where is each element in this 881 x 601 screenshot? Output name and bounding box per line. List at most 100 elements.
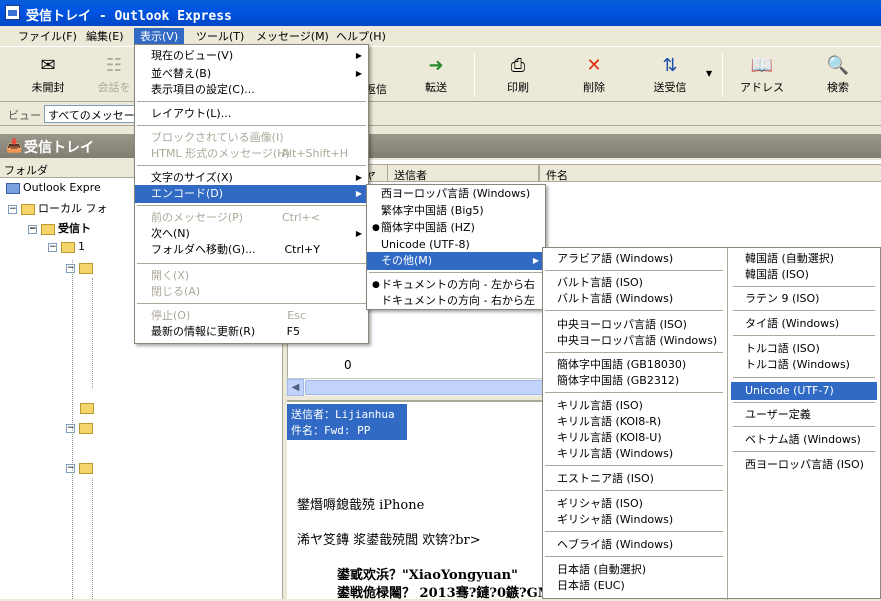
folder-title: 受信トレイ [24, 140, 94, 156]
column-subject[interactable]: 件名 [539, 164, 881, 182]
tree-line [92, 478, 93, 599]
encoding-other[interactable]: その他(M) ▶ [367, 252, 545, 270]
menu-separator [733, 402, 875, 403]
folder-icon [61, 241, 75, 253]
menu-separator [545, 352, 723, 353]
toolbar: ✉ 未開封 ☷ 会話を 返信 ➜ 転送 ⎙ 印刷 ✕ 削除 ⇅ 送受信 ▼ 📖 … [0, 46, 881, 102]
folder-icon [79, 422, 93, 434]
collapse-icon[interactable]: − [8, 204, 17, 214]
encoding-estonian[interactable]: エストニア語 (ISO) [543, 470, 727, 488]
menu-item-current-view[interactable]: 現在のビュー(V) ▶ [135, 47, 368, 65]
find-button[interactable]: 🔍 検索 [808, 51, 868, 99]
menu-separator [545, 490, 723, 491]
encoding-thai[interactable]: タイ語 (Windows) [731, 315, 879, 333]
column-from[interactable]: 送信者 [387, 164, 539, 182]
menu-item-columns[interactable]: 表示項目の設定(C)... [135, 81, 368, 99]
folder-icon [79, 462, 93, 474]
menu-view[interactable]: 表示(V) [134, 28, 185, 45]
envelope-icon: ✉ [40, 55, 56, 76]
tree-item-folder[interactable] [80, 401, 97, 414]
encoding-vietnamese[interactable]: ベトナム語 (Windows) [731, 431, 879, 449]
preview-line: 鍙戦佹椂闂？ 2013骞?鏈?0鏃?GMT [337, 586, 562, 601]
scroll-left-icon[interactable]: ◀ [287, 379, 304, 396]
tree-item-subfolder[interactable]: −1 [48, 240, 85, 253]
encoding-latin9[interactable]: ラテン 9 (ISO) [731, 290, 879, 308]
menu-tools[interactable]: ツール(T) [190, 28, 250, 45]
menu-separator [137, 125, 366, 126]
encoding-gb2312[interactable]: 簡体字中国語 (GB2312) [543, 372, 727, 390]
menu-help[interactable]: ヘルプ(H) [330, 28, 392, 45]
other-encodings-submenu: アラビア語 (Windows) バルト言語 (ISO) バルト言語 (Windo… [542, 247, 881, 600]
preview-subject: 件名：Fwd: PP J830 [291, 424, 371, 440]
forward-button[interactable]: ➜ 転送 [406, 51, 466, 99]
menu-edit[interactable]: 編集(E) [80, 28, 130, 45]
collapse-icon[interactable]: − [66, 463, 75, 473]
send-receive-button[interactable]: ⇅ 送受信 [640, 51, 700, 99]
tree-item-folder[interactable]: − [66, 261, 96, 274]
collapse-icon[interactable]: − [66, 263, 75, 273]
encoding-western-windows[interactable]: 西ヨーロッパ言語 (Windows) [367, 185, 545, 203]
encoding-japanese-euc[interactable]: 日本語 (EUC) [543, 577, 727, 595]
bullet-icon: ● [372, 223, 380, 233]
chevron-down-icon[interactable]: ▼ [706, 69, 712, 78]
preview-from: 送信者：Lijianhua [291, 408, 395, 421]
collapse-icon[interactable]: − [28, 224, 37, 234]
tree-item-folder[interactable]: − [66, 461, 96, 474]
view-bar: ビュー すべてのメッセージを [0, 102, 881, 126]
encoding-central-european-windows[interactable]: 中央ヨーロッパ言語 (Windows) [543, 332, 727, 350]
address-book-button[interactable]: 📖 アドレス [732, 51, 792, 99]
menu-separator [137, 165, 366, 166]
tree-item-folder[interactable]: − [66, 421, 96, 434]
scroll-thumb[interactable] [305, 380, 545, 395]
menu-item-close[interactable]: 閉じる(A) [135, 283, 368, 301]
menu-item-html-message[interactable]: HTML 形式のメッセージ(H) Alt+Shift+H [135, 145, 368, 163]
menu-file[interactable]: ファイル(F) [12, 28, 83, 45]
encoding-hebrew[interactable]: ヘブライ語 (Windows) [543, 536, 727, 554]
menu-separator [137, 101, 366, 102]
conversation-icon: ☷ [105, 55, 123, 76]
toolbar-separator [722, 53, 723, 97]
encoding-arabic[interactable]: アラビア語 (Windows) [543, 250, 727, 268]
menu-separator [545, 531, 723, 532]
menu-message[interactable]: メッセージ(M) [250, 28, 335, 45]
view-menu: 現在のビュー(V) ▶ 並べ替え(B) ▶ 表示項目の設定(C)... レイアウト(… [134, 44, 369, 344]
tree-item-inbox[interactable]: − 受信ト [28, 220, 91, 236]
encoding-korean-iso[interactable]: 韓国語 (ISO) [731, 266, 879, 284]
folder-icon [21, 203, 35, 215]
preview-header: 送信者：Lijianhua 件名：Fwd: PP J830 [287, 404, 407, 440]
encoding-hz[interactable]: ● 簡体字中国語 (HZ) [367, 219, 545, 237]
unread-button[interactable]: ✉ 未開封 [18, 51, 78, 99]
folder-icon [79, 262, 93, 274]
inbox-icon: 📥 [6, 139, 23, 154]
menu-bar: ファイル(F) 編集(E) 表示(V) ツール(T) メッセージ(M) ヘルプ(… [0, 26, 881, 46]
encoding-cyrillic-windows[interactable]: キリル言語 (Windows) [543, 445, 727, 463]
menu-separator [137, 205, 366, 206]
encoding-big5[interactable]: 繁体字中国語 (Big5) [367, 202, 545, 220]
encoding-baltic-windows[interactable]: バルト言語 (Windows) [543, 290, 727, 308]
view-select[interactable]: すべてのメッセージを [44, 105, 136, 123]
tree-item-outlook-express[interactable]: Outlook Expre [6, 181, 101, 194]
tree-line [92, 278, 93, 388]
delete-button[interactable]: ✕ 削除 [564, 51, 624, 99]
menu-separator [733, 451, 875, 452]
encoding-western-iso[interactable]: 西ヨーロッパ言語 (ISO) [731, 456, 879, 474]
encoding-greek-windows[interactable]: ギリシャ語 (Windows) [543, 511, 727, 529]
menu-separator [545, 556, 723, 557]
menu-separator [545, 465, 723, 466]
encoding-turkish-windows[interactable]: トルコ語 (Windows) [731, 356, 879, 374]
print-button[interactable]: ⎙ 印刷 [488, 51, 548, 99]
menu-item-layout[interactable]: レイアウト(L)... [135, 105, 368, 123]
collapse-icon[interactable]: − [48, 242, 57, 252]
encoding-user-defined[interactable]: ユーザー定義 [731, 406, 879, 424]
encoding-utf7[interactable]: Unicode (UTF-7) [731, 382, 877, 400]
title-bar: 受信トレイ - Outlook Express [0, 0, 881, 26]
menu-item-encoding[interactable]: エンコード(D) ▶ [135, 185, 368, 203]
direction-rtl[interactable]: ドキュメントの方向 - 右から左 [367, 292, 545, 310]
menu-item-go-to-folder[interactable]: フォルダへ移動(G)... Ctrl+Y [135, 241, 368, 259]
collapse-icon[interactable]: − [66, 423, 75, 433]
window-title: 受信トレイ - Outlook Express [26, 9, 232, 24]
menu-separator [733, 310, 875, 311]
column-divider [727, 248, 728, 600]
tree-item-local-folders[interactable]: − ローカル フォ [8, 200, 108, 216]
menu-item-refresh[interactable]: 最新の情報に更新(R) F5 [135, 323, 368, 341]
